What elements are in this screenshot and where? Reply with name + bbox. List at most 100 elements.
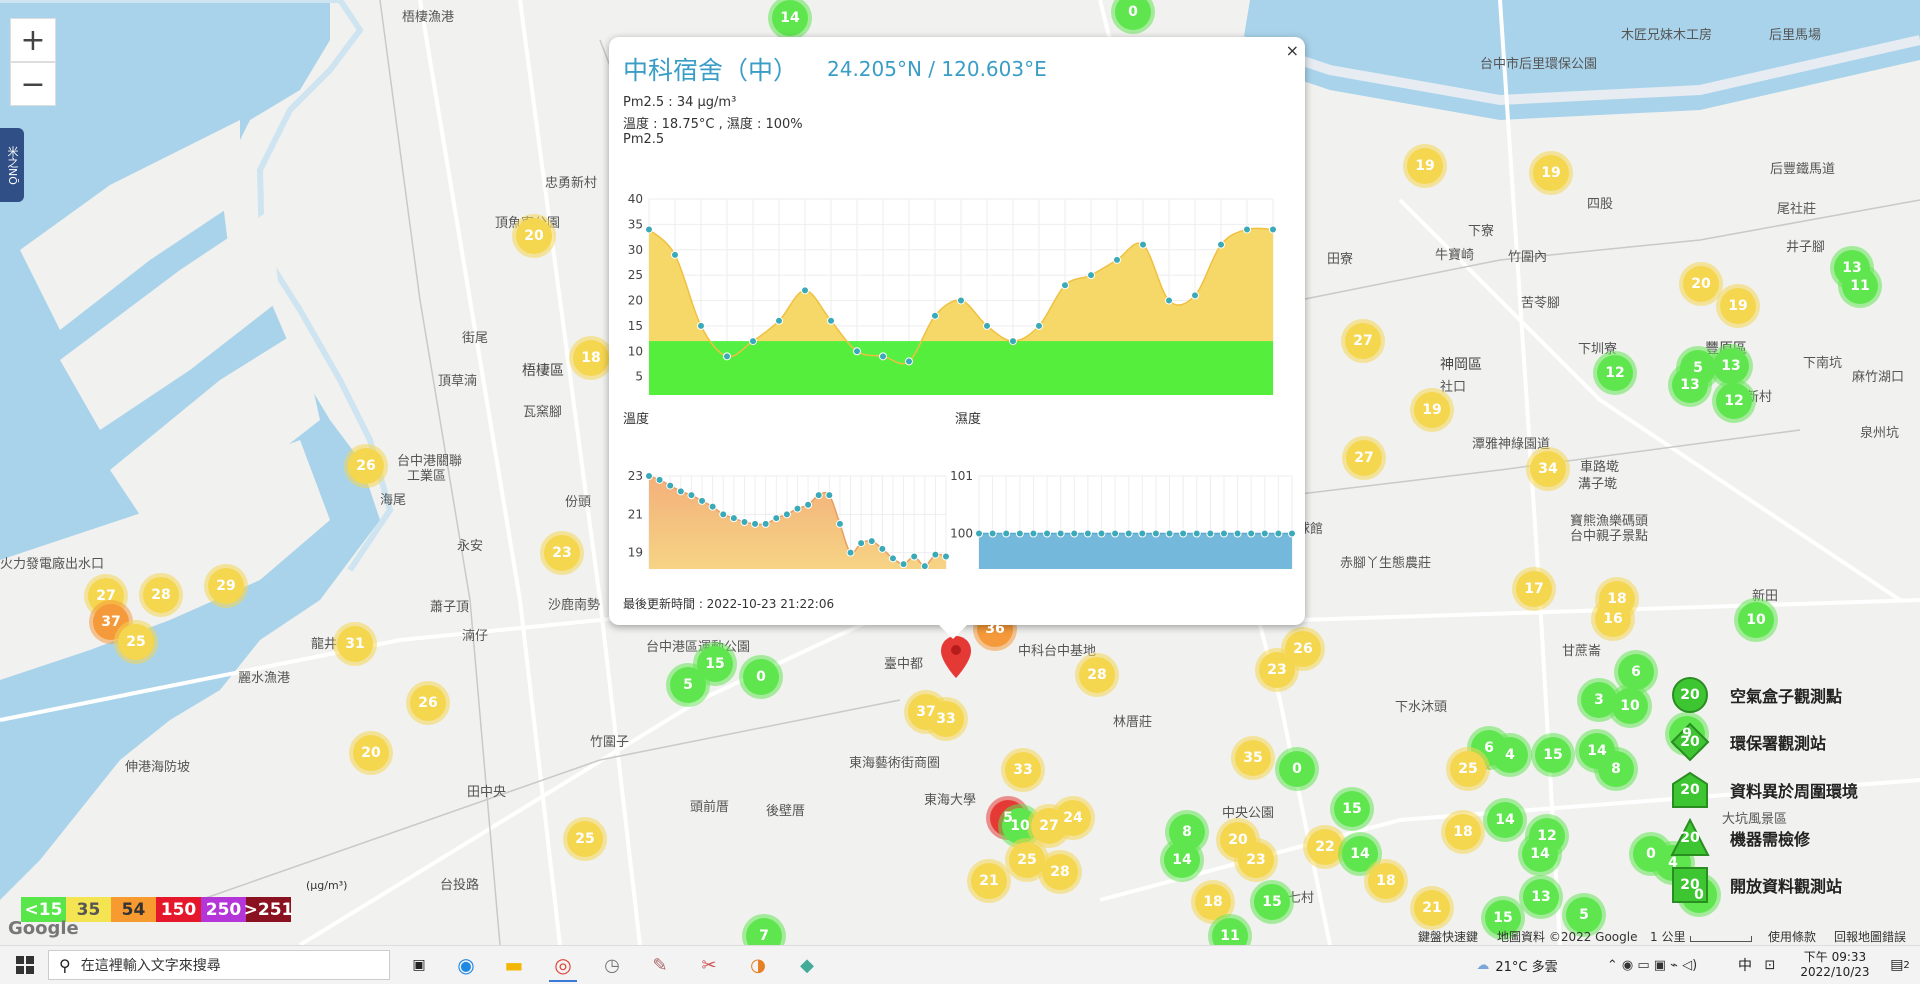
station-marker[interactable]: 27 (1346, 440, 1382, 476)
station-marker[interactable]: 28 (143, 577, 179, 613)
file-explorer-icon[interactable]: ▬ (500, 950, 528, 980)
data-point (708, 502, 717, 511)
station-marker[interactable]: 21 (1414, 890, 1450, 926)
marker-value: 16 (1603, 611, 1623, 627)
app-icon-clock[interactable]: ◷ (598, 950, 626, 980)
selected-location-pin[interactable] (941, 636, 971, 678)
marker-value: 35 (1243, 750, 1263, 766)
station-marker[interactable]: 19 (1533, 155, 1569, 191)
side-menu-tab[interactable]: 米之NŌ (0, 128, 24, 202)
zoom-out-button[interactable]: − (10, 62, 56, 106)
station-marker[interactable]: 23 (1259, 652, 1295, 688)
clock[interactable]: 下午 09:33 2022/10/23 (1790, 950, 1880, 980)
station-marker[interactable]: 12 (1716, 383, 1752, 419)
station-marker[interactable]: 20 (1683, 266, 1719, 302)
data-point (988, 529, 997, 538)
station-marker[interactable]: 19 (1407, 148, 1443, 184)
marker-value: 18 (1203, 894, 1223, 910)
station-marker[interactable]: 6 (1618, 654, 1654, 690)
cloud-icon: ☁ (1476, 957, 1490, 973)
station-marker[interactable]: 27 (1345, 323, 1381, 359)
station-marker[interactable]: 10 (1612, 688, 1648, 724)
station-marker[interactable]: 28 (1042, 854, 1078, 890)
ime-indicator[interactable]: 中 (1735, 950, 1755, 980)
system-tray-icons[interactable]: ⌃ ◉ ▭ ▣ ⌁ ◁) (1572, 950, 1732, 980)
google-logo: Google (8, 918, 79, 939)
task-view-icon[interactable]: ▣ (405, 950, 433, 980)
station-marker[interactable]: 26 (348, 448, 384, 484)
app-icon-bird[interactable]: ✎ (646, 950, 674, 980)
station-marker[interactable]: 25 (118, 624, 154, 660)
station-marker[interactable]: 18 (573, 340, 609, 376)
marker-value: 25 (1017, 852, 1037, 868)
station-marker[interactable]: 13 (1523, 879, 1559, 915)
keyboard-shortcuts-link[interactable]: 鍵盤快速鍵 (1418, 928, 1478, 945)
marker-value: 20 (524, 228, 544, 244)
ime-mode-icon[interactable]: ⊡ (1760, 950, 1780, 980)
station-marker[interactable]: 18 (1368, 863, 1404, 899)
data-point (910, 552, 919, 561)
station-marker[interactable]: 25 (567, 821, 603, 857)
station-marker[interactable]: 31 (337, 626, 373, 662)
station-marker[interactable]: 14 (1164, 842, 1200, 878)
data-point (698, 496, 707, 505)
station-marker[interactable]: 24 (1055, 800, 1091, 836)
report-error-link[interactable]: 回報地圖錯誤 (1834, 928, 1906, 945)
station-marker[interactable]: 25 (1009, 842, 1045, 878)
station-marker[interactable]: 33 (1005, 752, 1041, 788)
terms-link[interactable]: 使用條款 (1768, 928, 1816, 945)
station-marker[interactable]: 22 (1307, 829, 1343, 865)
station-marker[interactable]: 25 (1450, 751, 1486, 787)
station-marker[interactable]: 3 (1581, 682, 1617, 718)
marker-value: 3 (1594, 692, 1604, 708)
station-marker[interactable]: 35 (1235, 740, 1271, 776)
station-marker[interactable]: 17 (1516, 571, 1552, 607)
station-marker[interactable]: 23 (544, 535, 580, 571)
station-marker[interactable]: 15 (697, 646, 733, 682)
station-marker[interactable]: 13 (1713, 348, 1749, 384)
data-point (1056, 529, 1065, 538)
marker-value: 27 (1039, 818, 1059, 834)
app-icon-blender[interactable]: ◑ (744, 950, 772, 980)
weather-widget[interactable]: ☁ 21°C 多雲 (1472, 950, 1562, 980)
clock-date: 2022/10/23 (1800, 965, 1870, 979)
marker-value: 12 (1724, 393, 1744, 409)
zoom-in-button[interactable]: + (10, 18, 56, 62)
station-marker[interactable]: 14 (1342, 836, 1378, 872)
app-icon-box[interactable]: ◆ (793, 950, 821, 980)
station-marker[interactable]: 26 (410, 685, 446, 721)
data-point (1260, 529, 1269, 538)
legend-item: 150 (156, 897, 201, 922)
station-marker[interactable]: 19 (1414, 392, 1450, 428)
station-marker[interactable]: 15 (1254, 884, 1290, 920)
station-marker[interactable]: 14 (1487, 802, 1523, 838)
close-popup-button[interactable]: × (1286, 41, 1299, 60)
station-marker[interactable]: 10 (1738, 602, 1774, 638)
station-marker[interactable]: 18 (1195, 884, 1231, 920)
marker-value: 8 (1182, 824, 1192, 840)
station-marker[interactable]: 15 (1535, 737, 1571, 773)
station-marker[interactable]: 0 (743, 659, 779, 695)
station-marker[interactable]: 20 (516, 218, 552, 254)
station-marker[interactable]: 20 (353, 735, 389, 771)
station-marker[interactable]: 12 (1597, 355, 1633, 391)
station-marker[interactable]: 21 (971, 863, 1007, 899)
station-marker[interactable]: 4 (1492, 737, 1528, 773)
chrome-icon[interactable]: ◎ (549, 950, 577, 982)
station-marker[interactable]: 14 (772, 0, 808, 36)
edge-icon[interactable]: ◉ (452, 950, 480, 980)
station-marker[interactable]: 15 (1334, 791, 1370, 827)
map-canvas[interactable]: 梧棲漁港忠勇新村頂魚寮公園街尾梧棲區頂草湳瓦窯腳台中港關聯工業區海尾份頭永安火力… (0, 0, 1920, 945)
station-marker[interactable]: 18 (1445, 814, 1481, 850)
taskbar-search-box[interactable]: ⚲ 在這裡輸入文字來搜尋 (48, 950, 390, 980)
station-marker[interactable]: 0 (1279, 751, 1315, 787)
start-button[interactable] (10, 950, 40, 980)
station-marker[interactable]: 34 (1530, 451, 1566, 487)
station-marker[interactable]: 19 (1720, 288, 1756, 324)
station-marker[interactable]: 28 (1079, 657, 1115, 693)
marker-value: 14 (1172, 852, 1192, 868)
y-tick-label: 10 (628, 344, 643, 358)
notification-button[interactable]: ▤ 2 (1886, 950, 1914, 980)
station-marker[interactable]: 29 (208, 568, 244, 604)
app-icon-scissors[interactable]: ✂ (695, 950, 723, 980)
